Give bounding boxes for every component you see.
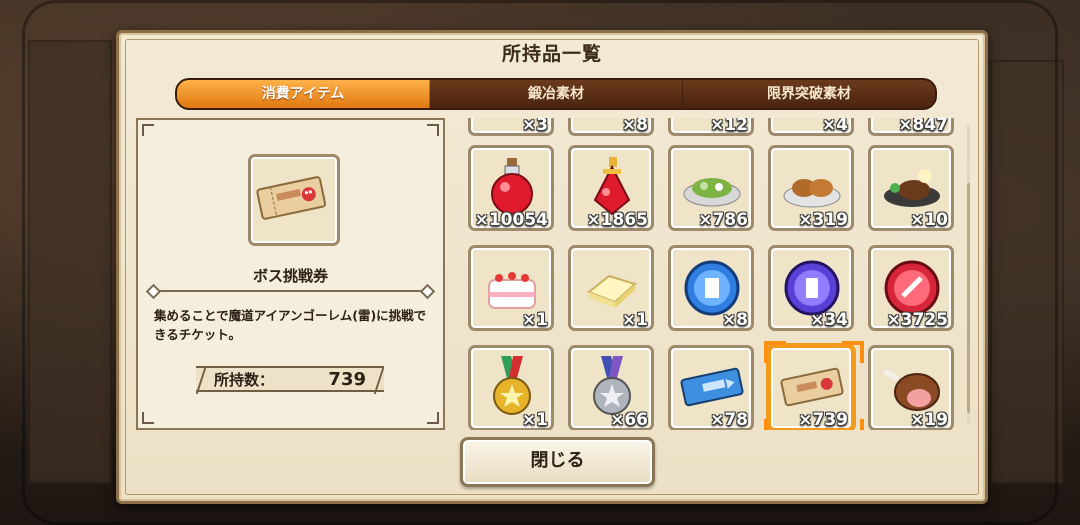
item-detail-panel: ボス挑戦券 集めることで魔道アイアンゴーレム(雷)に挑戦できるチケット。 所持数… [136, 118, 445, 430]
item-grid: ×3 ×8 ×12 ×4 ×847 ×10054 ×1865 ×786 ×319… [456, 118, 971, 430]
item-cell[interactable]: ×8 [568, 118, 654, 136]
item-quantity: ×8 [621, 118, 648, 135]
item-name: ボス挑戦券 [252, 267, 328, 285]
item-cell[interactable]: ×1 [468, 245, 554, 331]
selection-marker [764, 341, 786, 363]
item-cell[interactable]: ×12 [668, 118, 754, 136]
item-quantity: ×12 [710, 118, 748, 135]
item-quantity: ×10 [910, 210, 948, 230]
selection-marker [842, 419, 864, 430]
tab-limit-break-materials[interactable]: 限界突破素材 [683, 80, 935, 108]
owned-count-value: 739 [328, 368, 366, 390]
tab-smithing-materials[interactable]: 鍛冶素材 [430, 80, 683, 108]
item-description: 集めることで魔道アイアンゴーレム(雷)に挑戦できるチケット。 [154, 308, 427, 342]
selection-marker [764, 419, 786, 430]
item-quantity: ×10054 [474, 210, 548, 230]
item-cell[interactable]: ×4 [768, 118, 854, 136]
item-cell[interactable]: ×786 [668, 145, 754, 231]
item-quantity: ×1865 [586, 210, 648, 230]
selection-marker [842, 341, 864, 363]
item-quantity: ×1 [621, 310, 648, 330]
item-cell[interactable]: ×3 [468, 118, 554, 136]
item-quantity: ×19 [910, 410, 948, 430]
item-quantity: ×8 [721, 310, 748, 330]
panel-title: 所持品一覧 [501, 43, 602, 65]
item-quantity: ×1 [521, 310, 548, 330]
item-quantity: ×3725 [886, 310, 948, 330]
item-cell[interactable]: ×66 [568, 345, 654, 430]
item-quantity: ×786 [698, 210, 748, 230]
item-quantity: ×78 [710, 410, 748, 430]
item-cell[interactable]: ×3725 [868, 245, 954, 331]
owned-count-box: 所持数： 739 [196, 366, 384, 392]
item-cell[interactable]: ×1 [568, 245, 654, 331]
item-cell[interactable]: ×19 [868, 345, 954, 430]
item-quantity: ×3 [521, 118, 548, 135]
corner-ornament [142, 124, 154, 136]
corner-ornament [142, 412, 154, 424]
tab-consumables[interactable]: 消費アイテム [177, 80, 430, 108]
item-cell[interactable]: ×1 [468, 345, 554, 430]
selected-item-icon [248, 154, 340, 246]
tab-bar: 消費アイテム 鍛冶素材 限界突破素材 [175, 78, 937, 110]
inventory-panel: 所持品一覧 消費アイテム 鍛冶素材 限界突破素材 ボス挑戦券 集めることで魔道ア… [116, 30, 988, 504]
item-cell[interactable]: ×10054 [468, 145, 554, 231]
divider [154, 290, 427, 292]
item-cell[interactable]: ×8 [668, 245, 754, 331]
item-cell[interactable]: ×10 [868, 145, 954, 231]
corner-ornament [427, 412, 439, 424]
item-quantity: ×4 [821, 118, 848, 135]
item-quantity: ×66 [610, 410, 648, 430]
item-quantity: ×739 [798, 410, 848, 430]
boss-ticket-icon [256, 176, 327, 220]
item-cell[interactable]: ×847 [868, 118, 954, 136]
item-cell[interactable]: ×34 [768, 245, 854, 331]
item-quantity: ×34 [810, 310, 848, 330]
item-cell[interactable]: ×78 [668, 345, 754, 430]
item-cell[interactable]: ×319 [768, 145, 854, 231]
item-quantity: ×1 [521, 410, 548, 430]
item-cell[interactable]: ×1865 [568, 145, 654, 231]
owned-count-label: 所持数： [214, 370, 275, 389]
item-quantity: ×847 [898, 118, 948, 135]
close-button[interactable]: 閉じる [460, 437, 655, 487]
corner-ornament [427, 124, 439, 136]
item-quantity: ×319 [798, 210, 848, 230]
